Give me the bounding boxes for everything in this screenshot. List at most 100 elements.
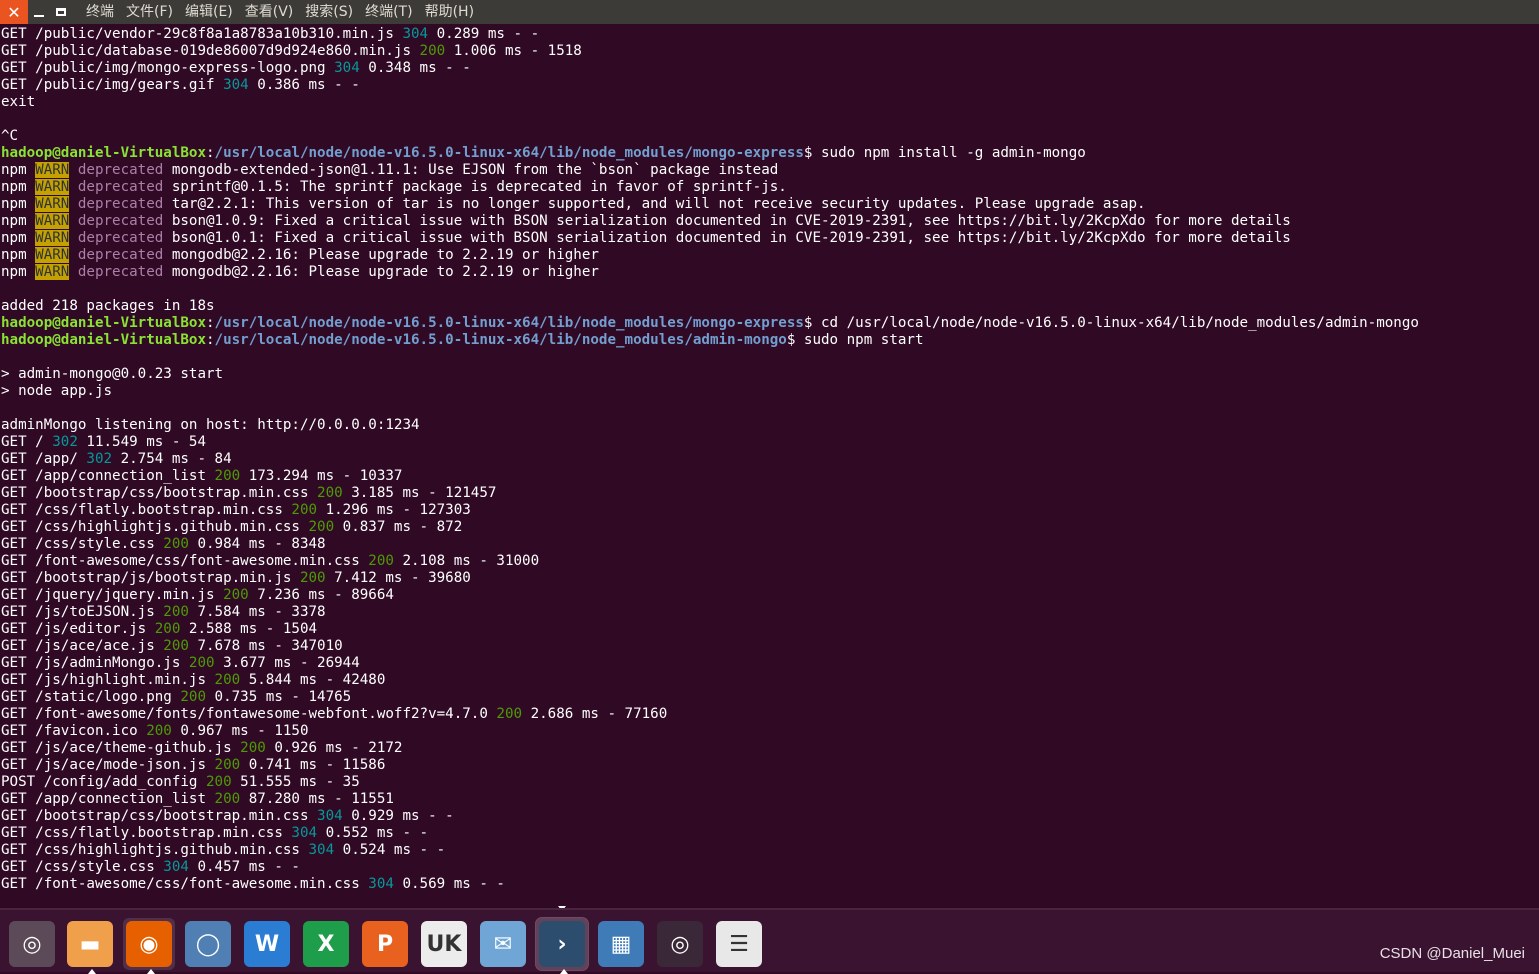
terminal-text: ^C <box>1 128 19 144</box>
terminal-text: 0.984 ms - 8348 <box>188 536 326 552</box>
terminal-text: 2.686 ms - 77160 <box>522 706 668 722</box>
terminal-line: GET /font-awesome/css/font-awesome.min.c… <box>1 553 1539 570</box>
terminal-text: WARN <box>35 264 70 280</box>
terminal-line: GET /static/logo.png 200 0.735 ms - 1476… <box>1 689 1539 706</box>
terminal-line: npm WARN deprecated mongodb@2.2.16: Plea… <box>1 247 1539 264</box>
terminal-text: GET /css/style.css <box>1 859 164 875</box>
terminal-line: GET /js/editor.js 200 2.588 ms - 1504 <box>1 621 1539 638</box>
terminal-text: npm <box>1 213 36 229</box>
maximize-button[interactable] <box>50 0 72 24</box>
terminal-text: 3.185 ms - 121457 <box>342 485 497 501</box>
dock-item-wps-presentation[interactable]: P <box>359 918 411 970</box>
terminal-text: WARN <box>35 247 70 263</box>
terminal-text: GET /public/database-019de86007d9d924e86… <box>1 43 420 59</box>
minimize-button[interactable] <box>28 0 50 24</box>
terminal-text: deprecated <box>77 179 164 195</box>
dock-item-files[interactable]: ▬ <box>64 918 116 974</box>
dock-item-disc-burner[interactable]: ◎ <box>654 918 706 970</box>
terminal-line: GET /css/highlightjs.github.min.css 304 … <box>1 842 1539 859</box>
menu-view[interactable]: 查看(V) <box>239 0 300 24</box>
terminal-line: GET /jquery/jquery.min.js 200 7.236 ms -… <box>1 587 1539 604</box>
terminal-text: 0.457 ms - - <box>188 859 300 875</box>
dock-item-mail-client[interactable]: ✉ <box>477 918 529 970</box>
dock-item-terminal[interactable]: › <box>535 917 589 974</box>
terminal-text: 200 <box>308 519 335 535</box>
terminal-text: 1.296 ms - 127303 <box>317 502 471 518</box>
dock-item-ubuntu-logo[interactable]: ◎ <box>6 918 58 970</box>
terminal-text: 302 <box>52 434 78 450</box>
terminal-line: GET /app/ 302 2.754 ms - 84 <box>1 451 1539 468</box>
terminal-text: 11.549 ms - 54 <box>77 434 206 450</box>
terminal-text: 200 <box>223 587 249 603</box>
terminal-text: 304 <box>317 808 343 824</box>
terminal-text: GET /app/connection_list <box>1 791 215 807</box>
terminal-text: POST /config/add_config <box>1 774 206 790</box>
terminal-text: GET /css/flatly.bootstrap.min.css <box>1 502 292 518</box>
terminal-text: deprecated <box>77 162 164 178</box>
terminal-text: npm <box>1 162 36 178</box>
dock-item-wps-writer[interactable]: W <box>241 918 293 970</box>
terminal-text: GET /js/toEJSON.js <box>1 604 164 620</box>
terminal-line: GET /css/style.css 200 0.984 ms - 8348 <box>1 536 1539 553</box>
terminal-text: 200 <box>291 502 318 518</box>
dock-item-chromium[interactable]: ◯ <box>182 918 234 970</box>
terminal-text: 0.967 ms - 1150 <box>171 723 309 739</box>
terminal-text: > node app.js <box>1 383 113 399</box>
workspace-switcher-icon: ▦ <box>598 921 644 967</box>
terminal-text: 200 <box>154 621 181 637</box>
files-icon: ▬ <box>67 921 113 967</box>
menu-file[interactable]: 文件(F) <box>120 0 179 24</box>
close-button[interactable]: ✕ <box>0 0 28 24</box>
terminal-line: added 218 packages in 18s <box>1 298 1539 315</box>
terminal-text: bson@1.0.1: Fixed a critical issue with … <box>163 230 1291 246</box>
menu-edit[interactable]: 编辑(E) <box>179 0 239 24</box>
dock-item-firefox[interactable]: ◉ <box>123 918 175 974</box>
terminal-text: $ cd /usr/local/node/node-v16.5.0-linux-… <box>803 315 1419 331</box>
terminal-text: : <box>206 332 215 348</box>
terminal-text: 200 <box>214 757 241 773</box>
menu-terminal[interactable]: 终端(T) <box>359 0 418 24</box>
dock-item-workspace-switcher[interactable]: ▦ <box>595 918 647 970</box>
terminal-line: GET /bootstrap/css/bootstrap.min.css 200… <box>1 485 1539 502</box>
terminal-text: mongodb@2.2.16: Please upgrade to 2.2.19… <box>163 264 599 280</box>
terminal-text: GET /font-awesome/css/font-awesome.min.c… <box>1 553 369 569</box>
terminal-text: npm <box>1 196 36 212</box>
terminal-text: 200 <box>214 791 241 807</box>
terminal-text: GET /favicon.ico <box>1 723 147 739</box>
terminal-text: 0.735 ms - 14765 <box>206 689 352 705</box>
terminal-text: GET /js/highlight.min.js <box>1 672 215 688</box>
terminal-text: /usr/local/node/node-v16.5.0-linux-x64/l… <box>214 315 804 331</box>
terminal-text: npm <box>1 179 36 195</box>
terminal-text: WARN <box>35 196 70 212</box>
terminal-text: deprecated <box>77 213 164 229</box>
terminal-text: npm <box>1 264 36 280</box>
terminal-text: 200 <box>163 604 189 620</box>
terminal-text: GET /public/vendor-29c8f8a1a8783a10b310.… <box>1 26 403 42</box>
terminal-text: 2.754 ms - 84 <box>112 451 232 467</box>
terminal-output[interactable]: GET /public/vendor-29c8f8a1a8783a10b310.… <box>1 26 1539 908</box>
terminal-text: : <box>206 145 215 161</box>
terminal-text: GET /font-awesome/fonts/fontawesome-webf… <box>1 706 497 722</box>
terminal-text: deprecated <box>77 247 164 263</box>
terminal-text: 0.837 ms - 872 <box>334 519 463 535</box>
dock-item-ubuntu-software[interactable]: UK <box>418 918 470 970</box>
terminal-line: hadoop@daniel-VirtualBox:/usr/local/node… <box>1 315 1539 332</box>
terminal-text: $ sudo npm start <box>786 332 924 348</box>
menu-search[interactable]: 搜索(S) <box>299 0 359 24</box>
dock-item-disk-drive[interactable]: ☰ <box>713 918 765 970</box>
terminal-text: hadoop@daniel-VirtualBox <box>1 315 206 331</box>
menu-help[interactable]: 帮助(H) <box>419 0 480 24</box>
terminal-text: hadoop@daniel-VirtualBox <box>1 332 206 348</box>
terminal-text: 200 <box>368 553 394 569</box>
chromium-icon: ◯ <box>185 921 231 967</box>
terminal-text: hadoop@daniel-VirtualBox <box>1 145 206 161</box>
terminal-text: 304 <box>402 26 429 42</box>
menu-terminal-app[interactable]: 终端 <box>80 0 120 24</box>
dock-item-wps-spreadsheet[interactable]: X <box>300 918 352 970</box>
terminal-icon: › <box>539 921 585 967</box>
